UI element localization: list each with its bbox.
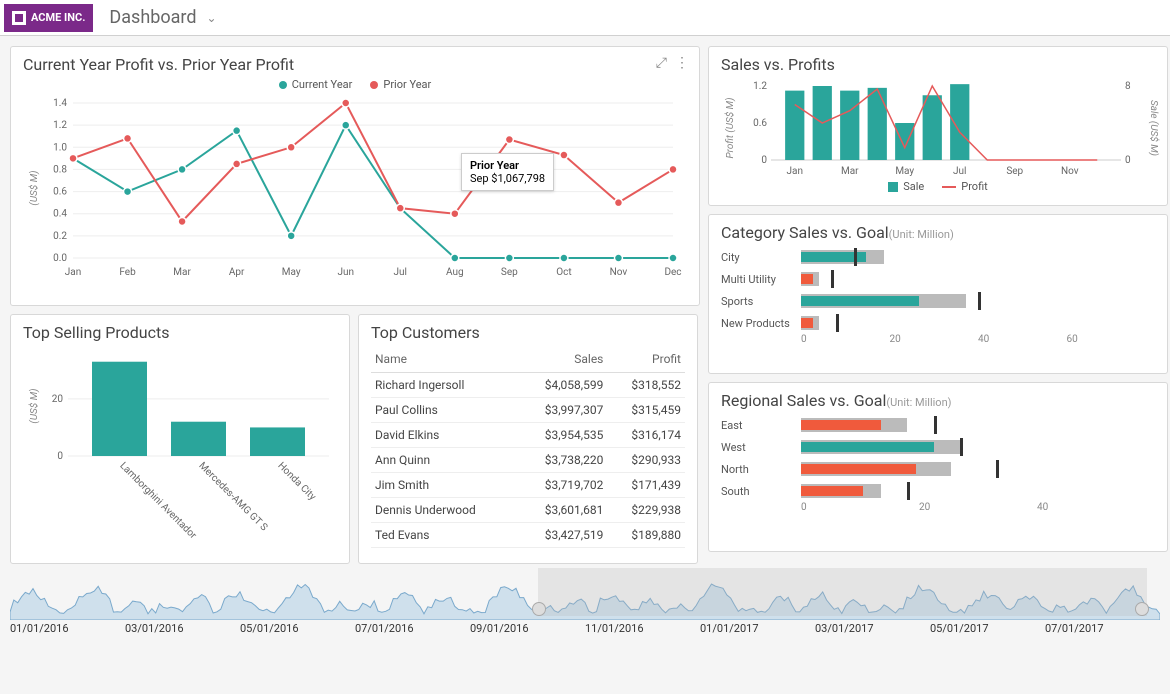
bullet-row: Multi Utility <box>721 268 1155 290</box>
svg-text:0.8: 0.8 <box>53 164 67 175</box>
page-selector[interactable]: Dashboard ⌄ <box>93 7 232 28</box>
svg-text:0.6: 0.6 <box>753 118 767 129</box>
table-row[interactable]: Paul Collins$3,997,307$315,459 <box>371 398 685 423</box>
svg-text:(US$ M): (US$ M) <box>27 388 40 423</box>
svg-text:Nov: Nov <box>610 267 628 278</box>
legend: Sale Profit <box>721 180 1155 193</box>
svg-text:Oct: Oct <box>556 267 571 278</box>
chevron-down-icon: ⌄ <box>206 11 216 25</box>
svg-text:8: 8 <box>1125 81 1131 92</box>
table-row[interactable]: David Elkins$3,954,535$316,174 <box>371 423 685 448</box>
svg-text:Profit (US$ M): Profit (US$ M) <box>723 98 736 159</box>
panel-title: Sales vs. Profits <box>721 55 1155 74</box>
svg-text:1.4: 1.4 <box>53 98 67 109</box>
panel-title: Regional Sales vs. Goal(Unit: Million) <box>721 391 1155 410</box>
sales-profits-chart[interactable]: 0 0.6 1.2 0 8 Jan Mar May Jul Sep Nov Profit (US$ M… <box>721 78 1161 178</box>
svg-text:(US$ M): (US$ M) <box>27 170 40 205</box>
col-profit: Profit <box>607 346 685 373</box>
svg-text:Honda City: Honda City <box>275 460 318 503</box>
svg-text:Jun: Jun <box>337 267 354 278</box>
legend-item-profit: Profit <box>942 180 988 193</box>
panel-top-customers: Top Customers Name Sales Profit Richard … <box>358 314 698 564</box>
svg-text:Jan: Jan <box>65 267 81 278</box>
table-row[interactable]: Ann Quinn$3,738,220$290,933 <box>371 448 685 473</box>
panel-title: Category Sales vs. Goal(Unit: Million) <box>721 223 1155 242</box>
svg-text:Jul: Jul <box>394 267 407 278</box>
panel-profit-trend: Current Year Profit vs. Prior Year Profi… <box>10 46 700 306</box>
table-row[interactable]: Richard Ingersoll$4,058,599$318,552 <box>371 373 685 398</box>
brand-text: ACME INC. <box>31 11 85 24</box>
range-selection[interactable] <box>538 568 1146 616</box>
legend-item-prior: Prior Year <box>370 78 431 91</box>
bullet-row: North <box>721 458 1155 480</box>
kebab-menu-icon[interactable]: ⋮ <box>675 55 689 71</box>
svg-text:20: 20 <box>52 394 64 405</box>
table-row[interactable]: Jim Smith$3,719,702$171,439 <box>371 473 685 498</box>
legend: Current Year Prior Year <box>23 78 687 91</box>
table-row[interactable]: Dennis Underwood$3,601,681$229,938 <box>371 498 685 523</box>
svg-text:0: 0 <box>1125 155 1131 166</box>
svg-text:1.2: 1.2 <box>753 81 767 92</box>
bullet-row: East <box>721 414 1155 436</box>
expand-icon[interactable]: ⤢ <box>656 55 667 71</box>
svg-text:0: 0 <box>57 451 63 462</box>
svg-text:Sep: Sep <box>501 267 518 278</box>
svg-text:0.2: 0.2 <box>53 231 67 242</box>
brand-logo: ACME INC. <box>4 4 93 32</box>
range-handle-end[interactable] <box>1135 602 1149 616</box>
panel-title: Top Customers <box>371 323 685 342</box>
bullet-row: Sports <box>721 290 1155 312</box>
chart-tooltip: Prior Year Sep $1,067,798 <box>461 153 554 191</box>
panel-sales-profits: Sales vs. Profits 0 0.6 1.2 0 8 Jan Mar May Jul S… <box>708 46 1168 206</box>
table-row[interactable]: Ted Evans$3,427,519$189,880 <box>371 523 685 548</box>
svg-text:0: 0 <box>761 155 767 166</box>
svg-text:Lamborghini Aventador: Lamborghini Aventador <box>117 460 198 541</box>
svg-text:0.6: 0.6 <box>53 187 67 198</box>
bullet-row: West <box>721 436 1155 458</box>
svg-text:Jan: Jan <box>787 166 803 177</box>
timeline-range-selector[interactable]: 01/01/201603/01/201605/01/201607/01/2016… <box>0 564 1170 644</box>
dashboard-grid: Current Year Profit vs. Prior Year Profi… <box>0 36 1170 564</box>
panel-top-products: Top Selling Products 0 20 (US$ M) Lamborghi… <box>10 314 350 564</box>
svg-text:0.4: 0.4 <box>53 209 67 220</box>
svg-text:Feb: Feb <box>119 267 136 278</box>
top-products-chart[interactable]: 0 20 (US$ M) Lamborghini AventadorMercedes-… <box>23 346 339 546</box>
profit-line-chart[interactable]: 0.0 0.2 0.4 0.6 0.8 1.0 1.2 1.4 Jan Feb Mar Apr May J… <box>23 93 683 283</box>
col-sales: Sales <box>518 346 608 373</box>
regional-bullet-chart[interactable]: EastWestNorthSouth02040 <box>721 414 1155 513</box>
svg-text:1.2: 1.2 <box>53 120 67 131</box>
svg-text:Sep: Sep <box>1006 166 1023 177</box>
svg-text:1.0: 1.0 <box>53 142 67 153</box>
svg-text:Mercedes-AMG GT S: Mercedes-AMG GT S <box>196 460 269 533</box>
timeline-axis: 01/01/201603/01/201605/01/201607/01/2016… <box>10 622 1160 635</box>
bullet-row: City <box>721 246 1155 268</box>
panel-regional-goal: Regional Sales vs. Goal(Unit: Million) E… <box>708 382 1168 552</box>
bullet-row: South <box>721 480 1155 502</box>
category-bullet-chart[interactable]: CityMulti UtilitySportsNew Products02040… <box>721 246 1155 345</box>
legend-item-current: Current Year <box>279 78 353 91</box>
svg-text:0.0: 0.0 <box>53 253 67 264</box>
panel-title: Top Selling Products <box>23 323 337 342</box>
legend-item-sale: Sale <box>888 180 924 193</box>
svg-text:Mar: Mar <box>173 267 191 278</box>
svg-text:Aug: Aug <box>446 267 464 278</box>
svg-text:Sale (US$ M): Sale (US$ M) <box>1148 100 1161 156</box>
app-header: ACME INC. Dashboard ⌄ <box>0 0 1170 36</box>
panel-title: Current Year Profit vs. Prior Year Profi… <box>23 55 687 74</box>
svg-text:Apr: Apr <box>229 267 245 278</box>
svg-text:Dec: Dec <box>664 267 681 278</box>
page-selector-label: Dashboard <box>109 7 196 28</box>
panel-category-goal: Category Sales vs. Goal(Unit: Million) C… <box>708 214 1168 374</box>
svg-text:Jul: Jul <box>953 166 966 177</box>
svg-text:May: May <box>282 267 301 278</box>
svg-text:May: May <box>895 166 914 177</box>
col-name: Name <box>371 346 518 373</box>
svg-text:Nov: Nov <box>1061 166 1079 177</box>
logo-icon <box>12 11 26 25</box>
customers-table: Name Sales Profit Richard Ingersoll$4,05… <box>371 346 685 548</box>
bullet-row: New Products <box>721 312 1155 334</box>
svg-text:Mar: Mar <box>841 166 859 177</box>
